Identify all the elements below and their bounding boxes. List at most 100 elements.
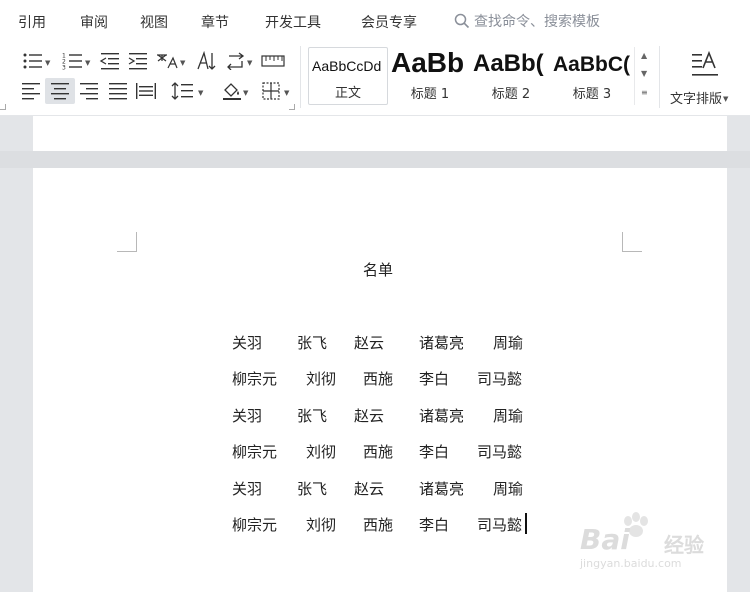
margin-corner-right	[622, 232, 642, 252]
bullet-list-icon	[23, 53, 42, 69]
chinese-layout-icon	[157, 54, 178, 69]
name-entry: 柳宗元	[232, 516, 278, 534]
name-entry: 刘彻	[306, 516, 337, 534]
name-entry: 司马懿	[477, 370, 523, 388]
style-heading-3-sample: AaBbC(	[553, 53, 630, 76]
name-entry: 关羽	[232, 480, 263, 498]
name-entry: 李白	[419, 370, 450, 388]
increase-indent-button[interactable]	[123, 48, 153, 74]
text-cursor	[525, 513, 527, 534]
search-placeholder: 查找命令、搜索模板	[474, 14, 600, 30]
gallery-up-icon[interactable]: ▲	[641, 51, 647, 60]
watermark-brand-suffix: 经验	[664, 533, 704, 557]
sort-icon	[197, 51, 216, 70]
menu-references[interactable]: 引用	[18, 12, 46, 32]
name-entry: 柳宗元	[232, 370, 278, 388]
search-icon	[454, 13, 470, 29]
style-normal-sample: AaBbCcDd	[312, 58, 382, 74]
ribbon-divider-2	[659, 46, 660, 108]
menu-view[interactable]: 视图	[140, 12, 168, 32]
name-entry: 李白	[419, 443, 450, 461]
align-right-button[interactable]	[74, 78, 104, 104]
style-normal-label: 正文	[334, 86, 361, 101]
text-direction-caret[interactable]: ▼	[247, 59, 252, 67]
line-spacing-button[interactable]	[167, 78, 197, 104]
menu-member-exclusive[interactable]: 会员专享	[361, 12, 417, 32]
numbered-list-icon: 123	[62, 53, 82, 71]
distribute-button[interactable]	[131, 78, 161, 104]
ruler-icon	[261, 55, 285, 67]
style-gallery: AaBbCcDd 正文 AaBb 标题 1 AaBb( 标题 2 AaBbC( …	[306, 47, 654, 105]
text-layout-icon	[692, 50, 718, 76]
style-heading-1[interactable]: AaBb 标题 1	[390, 47, 470, 105]
name-entry: 诸葛亮	[419, 407, 465, 425]
numbered-list-caret[interactable]: ▼	[85, 59, 90, 67]
ribbon-divider	[300, 46, 301, 108]
text-layout-label: 文字排版▼	[670, 92, 729, 107]
bullet-list-button[interactable]	[18, 48, 48, 74]
name-entry: 赵云	[354, 334, 385, 352]
gallery-more-icon[interactable]: ≡	[641, 88, 648, 97]
borders-icon	[262, 82, 280, 100]
paragraph-group-launcher[interactable]	[289, 104, 295, 110]
align-right-icon	[80, 83, 98, 100]
name-entry: 赵云	[354, 407, 385, 425]
name-entry: 诸葛亮	[419, 334, 465, 352]
style-heading-3[interactable]: AaBbC( 标题 3	[552, 47, 632, 105]
baidu-jingyan-watermark: Bai 经验 jingyan.baidu.com	[578, 505, 718, 575]
shading-caret[interactable]: ▼	[243, 89, 248, 97]
name-entry: 柳宗元	[232, 443, 278, 461]
menu-review[interactable]: 审阅	[80, 12, 108, 32]
paint-bucket-icon	[223, 83, 241, 100]
name-entry: 周瑜	[493, 480, 524, 498]
text-layout-button[interactable]: 文字排版▼	[668, 48, 740, 108]
font-group-launcher[interactable]	[0, 104, 6, 110]
previous-page	[33, 116, 727, 151]
name-entry: 张飞	[297, 480, 328, 498]
line-spacing-icon	[171, 82, 193, 100]
style-heading-2[interactable]: AaBb( 标题 2	[472, 47, 550, 105]
line-spacing-caret[interactable]: ▼	[198, 89, 203, 97]
command-search[interactable]: 查找命令、搜索模板	[454, 11, 600, 31]
chinese-layout-caret[interactable]: ▼	[180, 59, 185, 67]
name-entry: 关羽	[232, 334, 263, 352]
bullet-list-caret[interactable]: ▼	[45, 59, 50, 67]
align-left-button[interactable]	[16, 78, 46, 104]
justify-icon	[109, 83, 127, 100]
watermark-url: jingyan.baidu.com	[580, 557, 682, 570]
menu-bar: 引用 审阅 视图 章节 开发工具 会员专享 查找命令、搜索模板	[0, 0, 750, 42]
name-entry: 张飞	[297, 407, 328, 425]
sort-button[interactable]	[191, 48, 221, 74]
watermark-brand: Bai	[580, 523, 630, 556]
margin-corner-left	[117, 232, 137, 252]
svg-text:3: 3	[62, 65, 66, 71]
decrease-indent-button[interactable]	[95, 48, 125, 74]
ruler-toggle-button[interactable]	[258, 48, 288, 74]
name-entry: 周瑜	[493, 407, 524, 425]
borders-button[interactable]	[256, 78, 286, 104]
name-entry: 司马懿	[477, 443, 523, 461]
name-entry: 诸葛亮	[419, 480, 465, 498]
numbered-list-button[interactable]: 123	[58, 48, 88, 74]
decrease-indent-icon	[99, 53, 119, 70]
text-direction-icon	[227, 52, 245, 70]
style-heading-3-label: 标题 3	[572, 87, 612, 102]
borders-caret[interactable]: ▼	[284, 89, 289, 97]
menu-developer-tools[interactable]: 开发工具	[265, 12, 321, 32]
chinese-layout-button[interactable]	[152, 48, 182, 74]
style-normal[interactable]: AaBbCcDd 正文	[308, 47, 388, 105]
justify-button[interactable]	[103, 78, 133, 104]
align-center-button[interactable]	[45, 78, 75, 104]
name-entry: 刘彻	[306, 370, 337, 388]
gallery-down-icon[interactable]: ▼	[641, 69, 647, 78]
align-center-icon	[51, 83, 69, 100]
style-gallery-scroller: ▲ ▼ ≡	[634, 47, 654, 105]
name-entry: 刘彻	[306, 443, 337, 461]
style-heading-2-sample: AaBb(	[473, 50, 544, 77]
style-heading-1-sample: AaBb	[391, 47, 465, 78]
align-left-icon	[22, 83, 40, 100]
name-entry: 西施	[363, 443, 394, 461]
menu-chapter[interactable]: 章节	[201, 12, 229, 32]
name-entry: 西施	[363, 370, 394, 388]
name-entry: 司马懿	[477, 516, 523, 534]
